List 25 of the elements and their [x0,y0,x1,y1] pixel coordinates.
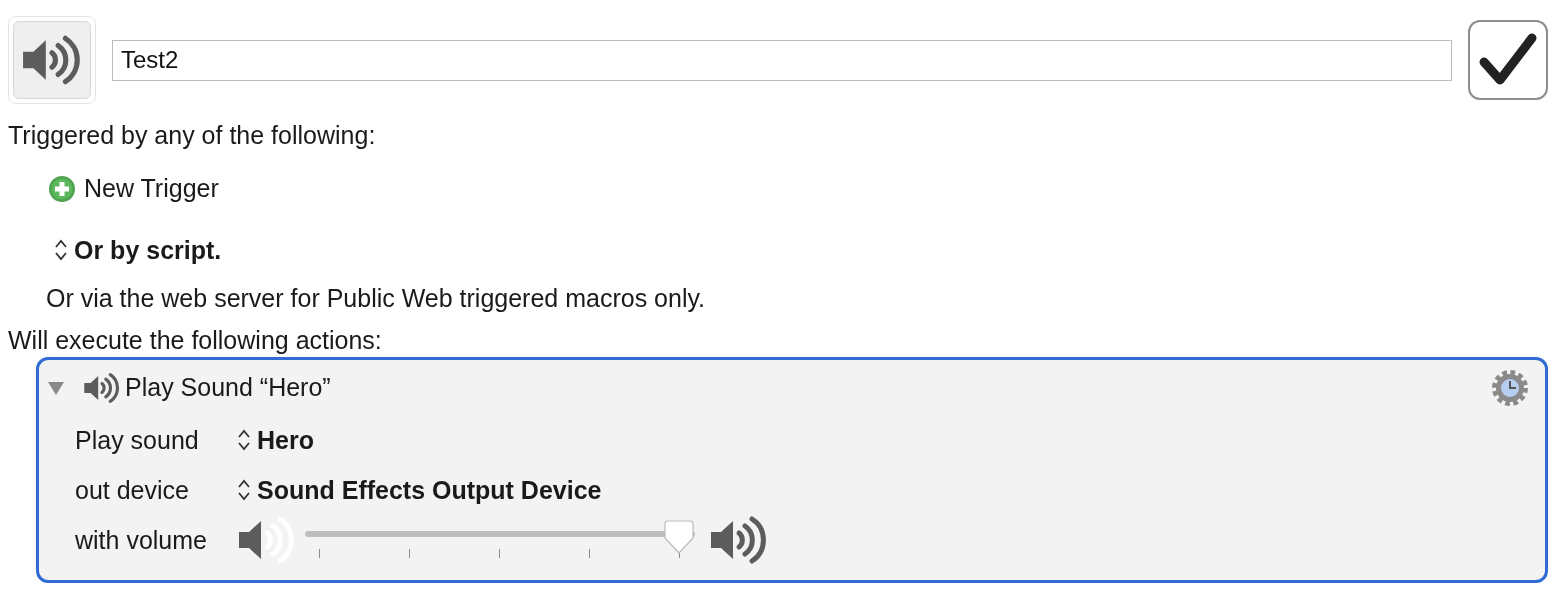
speaker-icon [21,34,83,86]
section-heading: Will execute the following actions: [8,325,383,355]
new-trigger-link[interactable]: New Trigger [84,170,219,208]
add-icon[interactable] [48,174,76,203]
web-server-note: Or via the web server for Public Web triggered macros only. [45,283,707,313]
field-label: with volume [75,524,208,556]
field-label: out device [75,474,190,506]
macro-icon-button[interactable] [8,16,96,104]
stepper-icon [237,428,251,453]
section-heading: Triggered by any of the following: [8,120,377,150]
volume-low-icon [237,515,297,566]
gear-clock-icon[interactable] [1491,369,1529,408]
speaker-icon [83,371,121,404]
name-field[interactable]: Test2 [112,39,1452,81]
volume-high-icon [709,515,769,566]
field-label: Play sound [75,424,200,456]
action-panel[interactable]: Play Sound “Hero” Play sound Hero out device Sound Effects Output Device with volume [36,357,1548,583]
popup-value[interactable]: Sound Effects Output Device [257,471,602,510]
stepper-icon [237,478,251,503]
action-title: Play Sound “Hero” [125,371,331,403]
script-popup[interactable]: Or by script. [74,231,222,269]
popup-value[interactable]: Hero [257,421,314,460]
slider-thumb[interactable] [664,517,694,554]
enabled-checkbox[interactable] [1468,20,1548,100]
stepper-icon [54,238,68,263]
